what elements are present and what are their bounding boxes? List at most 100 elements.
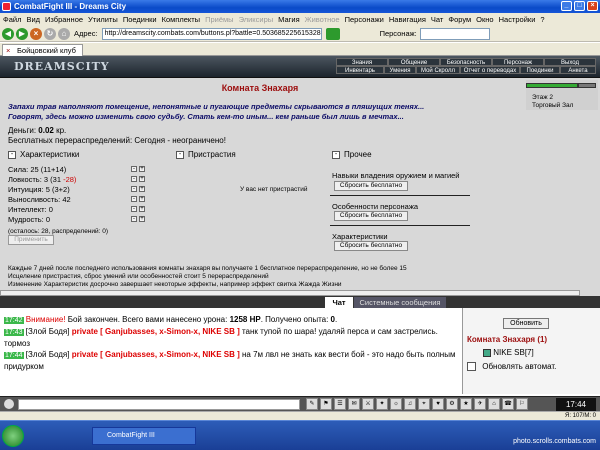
nav-7[interactable]: Мой Скролл (416, 66, 460, 74)
toolbar-tool-icon[interactable]: ♥ (432, 398, 444, 410)
collapse-icon[interactable]: - (8, 150, 16, 159)
chat-line: 17:42 Внимание! Бой закончен. Всего вами… (4, 314, 459, 326)
menu-item-5[interactable]: Комплекты (162, 15, 201, 24)
decrease-stat-button[interactable]: - (131, 166, 137, 172)
toolbar-tool-icon[interactable]: ⌖ (418, 398, 430, 410)
menu-item-7[interactable]: Эликсиры (239, 15, 274, 24)
menu-item-4[interactable]: Поединки (123, 15, 157, 24)
increase-stat-button[interactable]: + (139, 216, 145, 222)
decrease-stat-button[interactable]: - (131, 176, 137, 182)
nav-5[interactable]: Инвентарь (336, 66, 384, 74)
menu-item-15[interactable]: Настройки (499, 15, 536, 24)
menu-item-1[interactable]: Вид (26, 15, 40, 24)
chat-mode-icon[interactable] (4, 399, 14, 409)
reset-features-button[interactable]: Сбросить бесплатно (334, 211, 408, 221)
money-value: 0.02 (38, 126, 54, 135)
minimize-button[interactable]: _ (561, 1, 572, 11)
persona-field[interactable] (419, 27, 490, 40)
nav-6[interactable]: Умения (384, 66, 416, 74)
apply-button[interactable]: Применить (8, 235, 54, 245)
chat-private-recipients[interactable]: private [ Ganjubasses, x-Simon-x, NIKE S… (72, 327, 240, 336)
home-icon[interactable]: ⌂ (58, 27, 70, 40)
reset-chars-button[interactable]: Сбросить бесплатно (334, 241, 408, 251)
collapse-icon[interactable]: - (176, 150, 184, 159)
nav-0[interactable]: Знания (336, 58, 388, 66)
menu-item-9[interactable]: Животное (305, 15, 340, 24)
tab-system-messages[interactable]: Системные сообщения (354, 297, 446, 308)
user-info-icon[interactable] (483, 348, 491, 357)
increase-stat-button[interactable]: + (139, 206, 145, 212)
toolbar-tool-icon[interactable]: ⌂ (488, 398, 500, 410)
chat-nick[interactable]: [Злой Бодя] (26, 327, 70, 336)
toolbar-tool-icon[interactable]: ☰ (334, 398, 346, 410)
tab-close-icon[interactable]: × (6, 45, 10, 56)
refresh-icon[interactable]: ↻ (44, 27, 56, 40)
chat-input[interactable] (18, 399, 300, 410)
taskbar-app-button[interactable]: CombatFight III (92, 427, 196, 445)
toolbar-tool-icon[interactable]: ✎ (306, 398, 318, 410)
checkbox-icon[interactable] (467, 362, 476, 372)
toolbar-tool-icon[interactable]: ♫ (404, 398, 416, 410)
nav-10[interactable]: Анкета (560, 66, 596, 74)
menu-item-12[interactable]: Чат (431, 15, 443, 24)
decrease-stat-button[interactable]: - (131, 186, 137, 192)
tab-chat[interactable]: Чат (325, 297, 353, 308)
addictions-title: Пристрастия (188, 150, 236, 159)
auto-refresh-checkbox[interactable]: Обновлять автомат. (467, 362, 556, 372)
toolbar-tool-icon[interactable]: ☎ (502, 398, 514, 410)
menu-item-11[interactable]: Навигация (389, 15, 426, 24)
nav-2[interactable]: Безопасность (440, 58, 492, 66)
divider (330, 225, 470, 226)
back-icon[interactable]: ◀ (2, 27, 14, 40)
toolbar-tool-icon[interactable]: ⚔ (362, 398, 374, 410)
nav-9[interactable]: Поединки (520, 66, 560, 74)
decrease-stat-button[interactable]: - (131, 206, 137, 212)
menu-item-16[interactable]: ? (540, 15, 544, 24)
toolbar-tool-icon[interactable]: ✉ (348, 398, 360, 410)
toolbar-tool-icon[interactable]: ✦ (376, 398, 388, 410)
toolbar-tool-icon[interactable]: ⚑ (320, 398, 332, 410)
collapse-icon[interactable]: - (332, 150, 340, 159)
nav-8[interactable]: Отчет о переводах (460, 66, 520, 74)
start-button[interactable] (2, 425, 24, 447)
tab-fightclub[interactable]: × Бойцовский клуб (2, 44, 83, 56)
decrease-stat-button[interactable]: - (131, 196, 137, 202)
chat-time: 17:44 (4, 352, 24, 359)
menu-item-13[interactable]: Форум (448, 15, 471, 24)
chat-nick[interactable]: [Злой Бодя] (26, 350, 70, 359)
toolbar-tool-icon[interactable]: ⚐ (516, 398, 528, 410)
game-clock: 17:44 (556, 398, 596, 411)
url-field[interactable]: http://dreamscity.combats.com/buttons.pl… (101, 27, 322, 40)
reset-weapons-button[interactable]: Сбросить бесплатно (334, 181, 408, 191)
room-user[interactable]: NIKE SB[7] (483, 348, 534, 357)
maximize-button[interactable]: □ (574, 1, 585, 11)
menu-item-10[interactable]: Персонажи (345, 15, 384, 24)
floor-label[interactable]: Этаж 2 (532, 94, 553, 101)
increase-stat-button[interactable]: + (139, 176, 145, 182)
toolbar-tool-icon[interactable]: ☼ (390, 398, 402, 410)
menu-item-14[interactable]: Окно (476, 15, 493, 24)
toolbar-tool-icon[interactable]: ✈ (474, 398, 486, 410)
menu-item-6[interactable]: Приёмы (205, 15, 233, 24)
decrease-stat-button[interactable]: - (131, 216, 137, 222)
forward-icon[interactable]: ▶ (16, 27, 28, 40)
chat-private-recipients[interactable]: private [ Ganjubasses, x-Simon-x, NIKE S… (72, 350, 240, 359)
menu-item-0[interactable]: Файл (3, 15, 21, 24)
increase-stat-button[interactable]: + (139, 166, 145, 172)
user-nick[interactable]: NIKE SB (493, 348, 525, 357)
toolbar-tool-icon[interactable]: ★ (460, 398, 472, 410)
stop-icon[interactable]: × (30, 27, 42, 40)
increase-stat-button[interactable]: + (139, 196, 145, 202)
nav-3[interactable]: Персонаж (492, 58, 544, 66)
menu-item-8[interactable]: Магия (278, 15, 300, 24)
nav-1[interactable]: Общение (388, 58, 440, 66)
go-button[interactable] (325, 27, 340, 40)
toolbar-tool-icon[interactable]: ⚙ (446, 398, 458, 410)
place-label[interactable]: Торговый Зал (532, 102, 573, 109)
menu-item-2[interactable]: Избранное (45, 15, 83, 24)
nav-4[interactable]: Выход (544, 58, 596, 66)
menu-item-3[interactable]: Утилиты (88, 15, 118, 24)
refresh-button[interactable]: Обновить (503, 318, 549, 329)
close-button[interactable]: × (587, 1, 598, 11)
increase-stat-button[interactable]: + (139, 186, 145, 192)
